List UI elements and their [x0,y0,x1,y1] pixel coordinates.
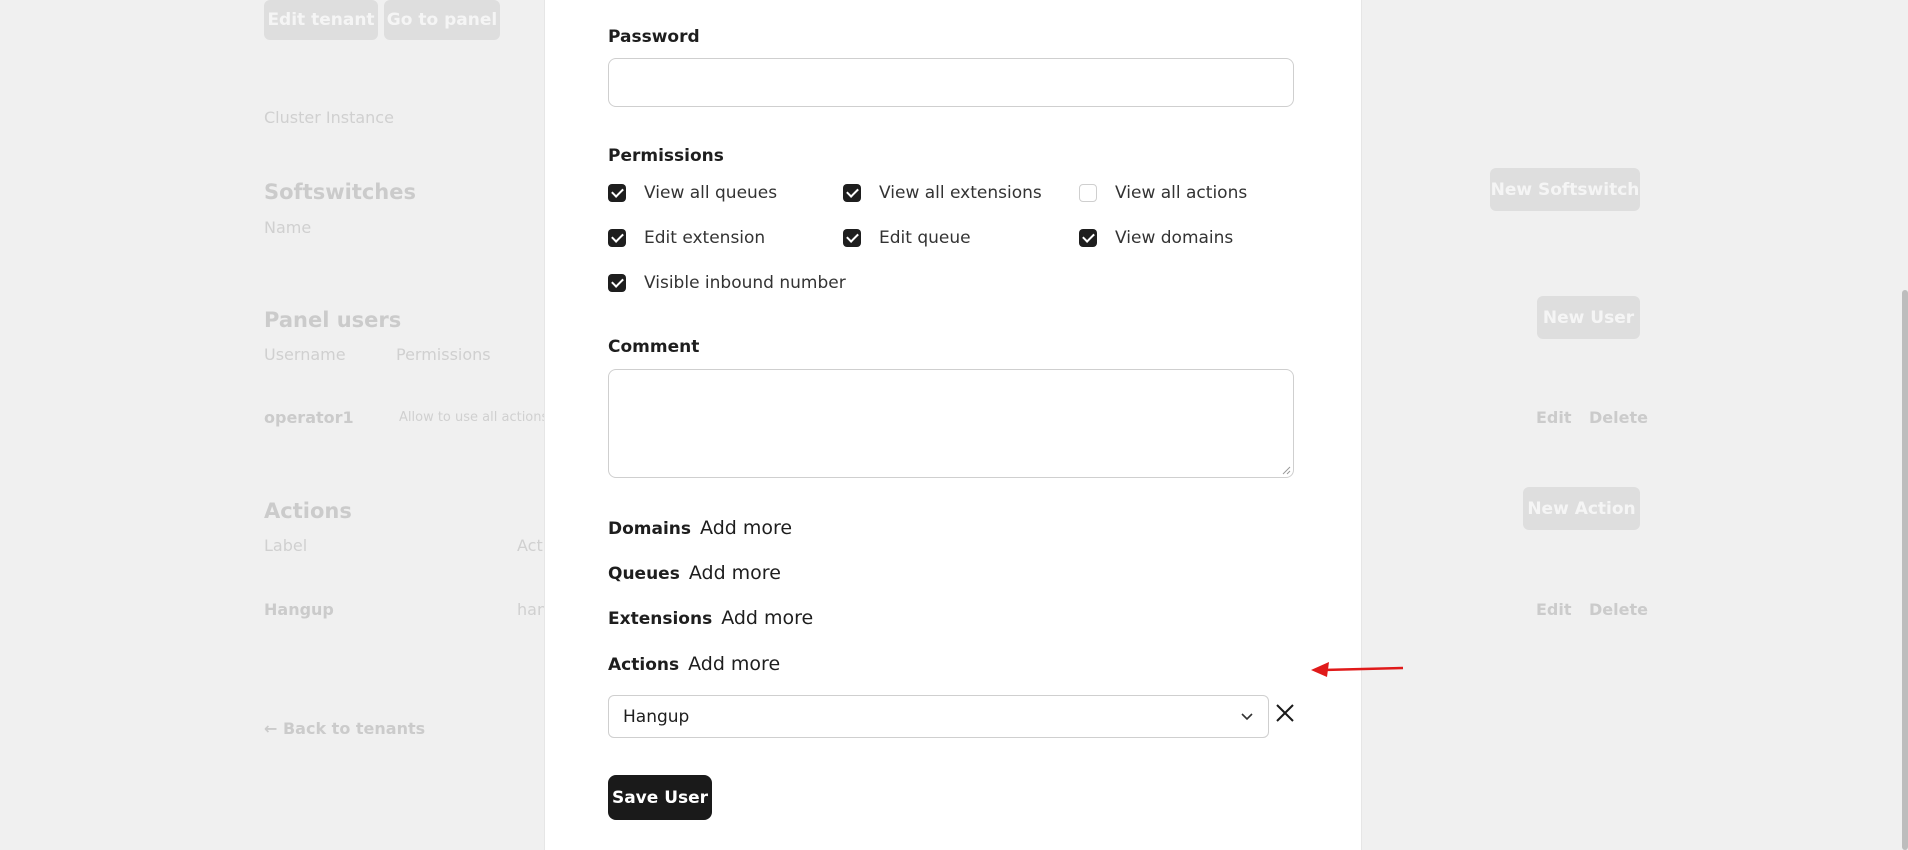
perm-label: Visible inbound number [644,273,846,293]
comment-textarea[interactable] [608,369,1294,478]
perm-view-domains[interactable]: View domains [1079,228,1233,248]
domains-row: Domains Add more [608,517,792,539]
checkbox-checked[interactable] [843,184,861,202]
chevron-down-icon [1241,713,1253,721]
perm-view-all-actions[interactable]: View all actions [1079,183,1247,203]
extensions-add-more-link[interactable]: Add more [721,607,813,629]
checkbox-checked[interactable] [608,184,626,202]
domains-label: Domains [608,519,692,539]
page-scrollbar[interactable] [1902,290,1908,850]
checkbox-checked[interactable] [843,229,861,247]
perm-label: View all queues [644,183,778,203]
queues-row: Queues Add more [608,562,781,584]
password-field[interactable] [608,58,1294,107]
queues-label: Queues [608,564,680,584]
queues-add-more-link[interactable]: Add more [689,562,781,584]
perm-label: View all extensions [879,183,1042,203]
annotation-arrow-icon [1311,662,1404,677]
perm-label: Edit extension [644,228,766,248]
checkbox-checked[interactable] [1079,229,1097,247]
action-select[interactable]: Hangup [608,695,1269,738]
perm-view-all-extensions[interactable]: View all extensions [843,183,1042,203]
perm-visible-inbound-number[interactable]: Visible inbound number [608,273,846,293]
user-form-modal: Password Permissions View all queues Vie… [544,0,1404,850]
checkbox-checked[interactable] [608,274,626,292]
actions-label: Actions [608,655,680,675]
checkbox-unchecked[interactable] [1079,184,1097,202]
perm-label: View all actions [1115,183,1248,203]
password-label: Password [608,27,700,47]
comment-label: Comment [608,337,700,357]
perm-edit-queue[interactable]: Edit queue [843,228,971,248]
permissions-label: Permissions [608,146,724,166]
extensions-label: Extensions [608,609,713,629]
extensions-row: Extensions Add more [608,607,813,629]
close-icon[interactable] [1273,701,1297,725]
checkbox-checked[interactable] [608,229,626,247]
actions-add-more-link[interactable]: Add more [688,653,780,675]
perm-label: Edit queue [879,228,971,248]
domains-add-more-link[interactable]: Add more [700,517,792,539]
action-select-value: Hangup [623,706,690,727]
resize-handle-icon[interactable] [1281,465,1291,475]
perm-edit-extension[interactable]: Edit extension [608,228,765,248]
perm-label: View domains [1115,228,1234,248]
save-user-button[interactable]: Save User [608,775,712,820]
perm-view-all-queues[interactable]: View all queues [608,183,777,203]
actions-row: Actions Add more [608,653,780,675]
